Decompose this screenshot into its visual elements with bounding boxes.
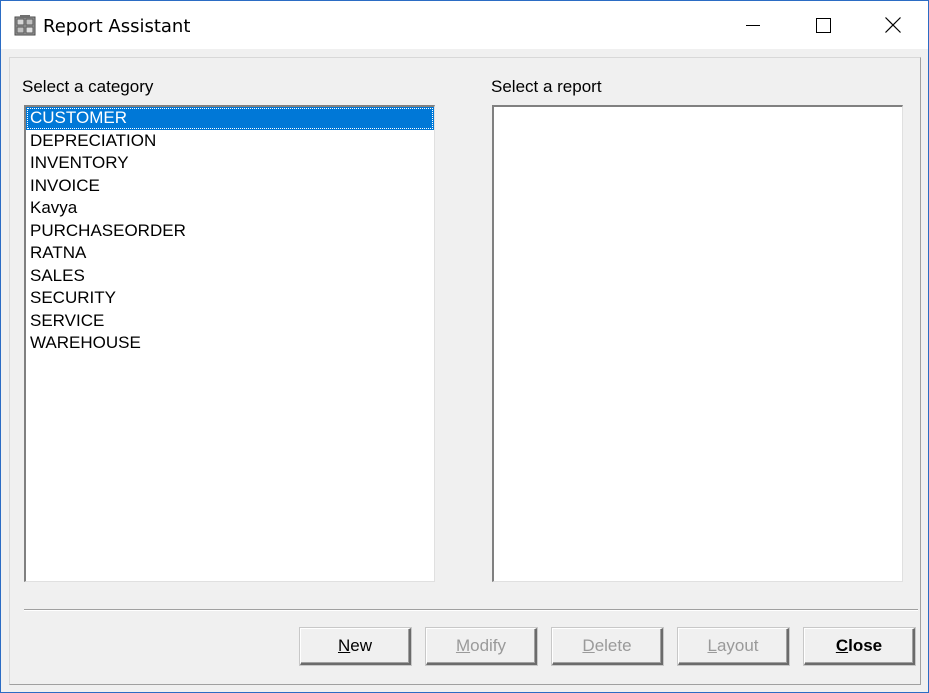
separator — [24, 609, 918, 611]
layout-button[interactable]: Layout — [678, 628, 789, 665]
modify-label-rest: odify — [470, 636, 507, 655]
category-item[interactable]: RATNA — [26, 242, 434, 265]
category-item[interactable]: PURCHASEORDER — [26, 220, 434, 243]
close-icon — [885, 17, 901, 33]
new-button[interactable]: New — [300, 628, 411, 665]
maximize-icon — [815, 17, 831, 33]
category-item[interactable]: Kavya — [26, 197, 434, 220]
app-icon — [14, 15, 36, 36]
modify-button[interactable]: Modify — [426, 628, 537, 665]
report-assistant-window: Report Assistant Select a category Selec… — [0, 0, 929, 693]
close-window-button[interactable] — [858, 1, 928, 49]
minimize-icon — [746, 25, 760, 26]
minimize-button[interactable] — [718, 1, 788, 49]
close-mnemonic: C — [835, 636, 849, 655]
delete-mnemonic: D — [582, 636, 595, 655]
close-label-rest: lose — [848, 636, 883, 655]
category-item[interactable]: DEPRECIATION — [26, 130, 434, 153]
category-item[interactable]: CUSTOMER — [26, 107, 434, 130]
category-item[interactable]: SALES — [26, 265, 434, 288]
delete-button[interactable]: Delete — [552, 628, 663, 665]
category-item[interactable]: INVENTORY — [26, 152, 434, 175]
layout-mnemonic: L — [707, 636, 717, 655]
dialog-content: Select a category Select a report CUSTOM… — [9, 57, 921, 685]
category-listbox[interactable]: CUSTOMER DEPRECIATION INVENTORY INVOICE Kavy… — [24, 105, 435, 582]
new-mnemonic: N — [337, 636, 351, 655]
report-label: Select a report — [491, 77, 602, 96]
report-listbox[interactable] — [492, 105, 903, 582]
modify-mnemonic: M — [455, 636, 471, 655]
maximize-button[interactable] — [788, 1, 858, 49]
category-item[interactable]: SECURITY — [26, 287, 434, 310]
close-button[interactable]: Close — [804, 628, 915, 665]
window-title: Report Assistant — [43, 16, 191, 37]
category-item[interactable]: INVOICE — [26, 175, 434, 198]
delete-label-rest: elete — [594, 636, 632, 655]
title-bar[interactable]: Report Assistant — [1, 1, 928, 49]
layout-label-rest: ayout — [716, 636, 759, 655]
category-item[interactable]: SERVICE — [26, 310, 434, 333]
category-label: Select a category — [22, 77, 154, 96]
new-label-rest: ew — [350, 636, 372, 655]
category-item[interactable]: WAREHOUSE — [26, 332, 434, 355]
